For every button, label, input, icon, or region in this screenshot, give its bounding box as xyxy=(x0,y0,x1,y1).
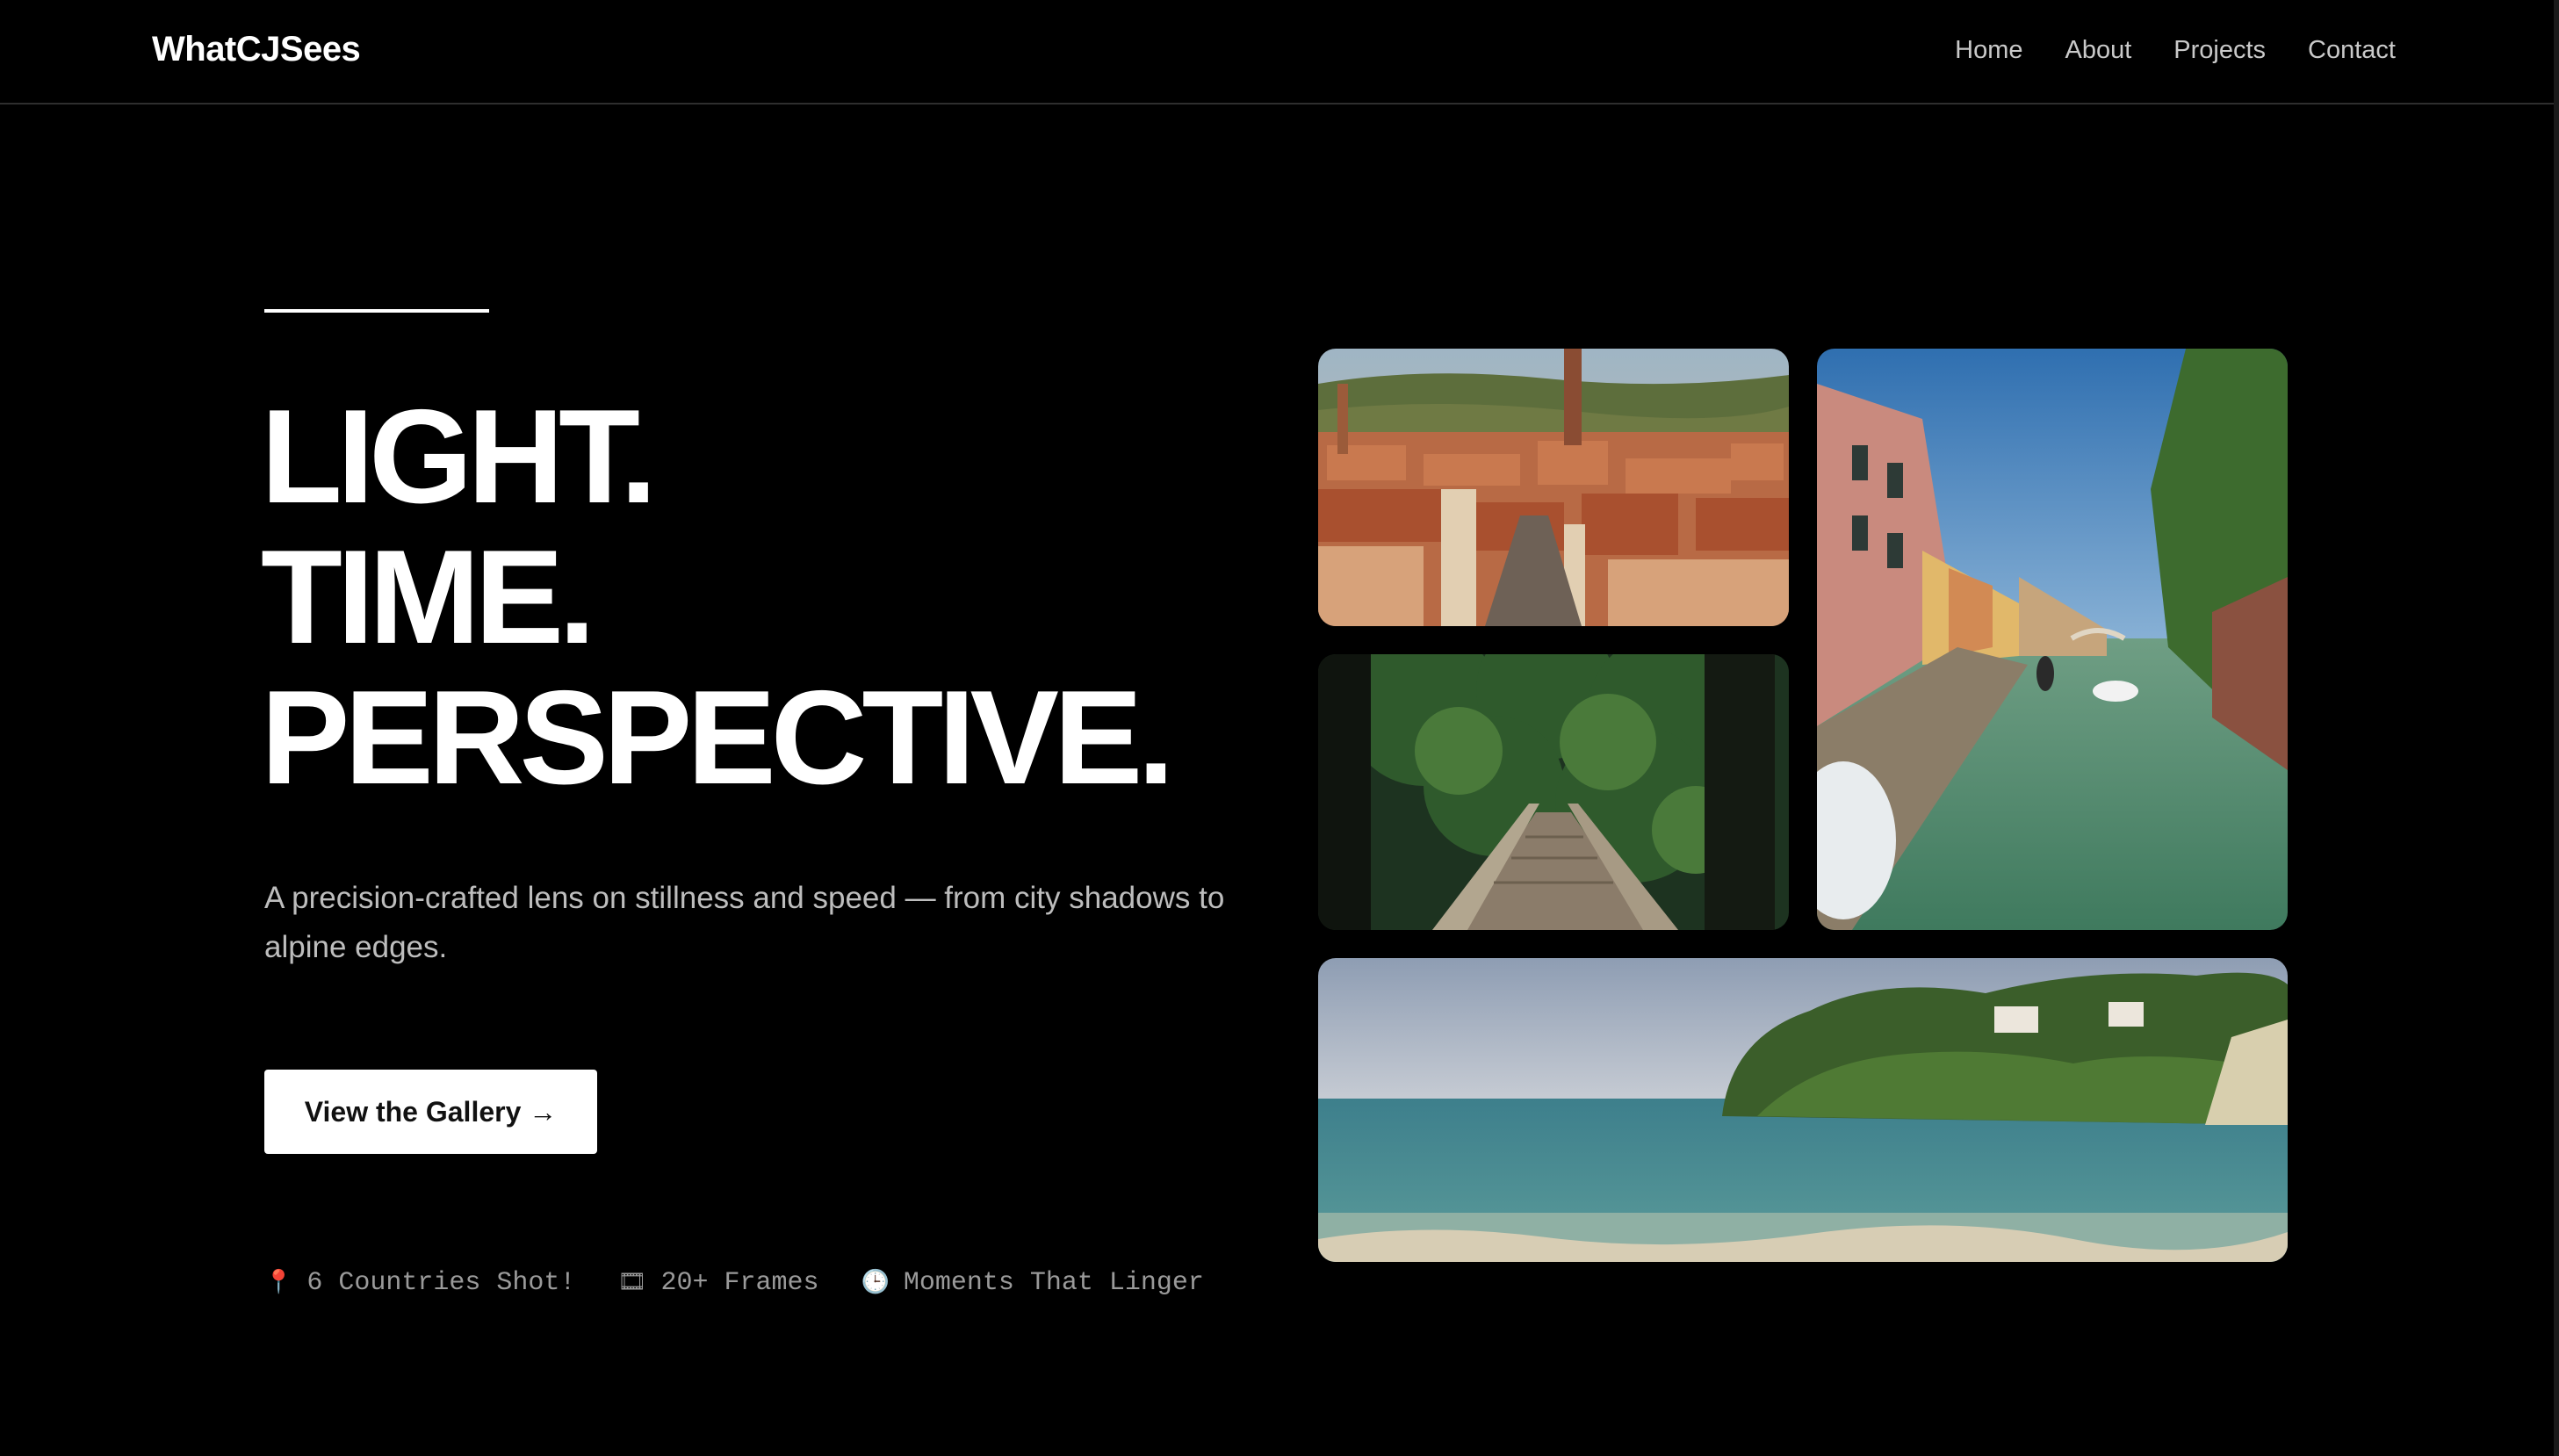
hero-headline: LIGHT. TIME. PERSPECTIVE. xyxy=(261,382,1175,812)
accent-divider xyxy=(264,309,489,313)
stat-countries: 📍 6 Countries Shot! xyxy=(264,1268,575,1298)
nav-link-about[interactable]: About xyxy=(2065,36,2131,65)
nav-link-home[interactable]: Home xyxy=(1955,36,2022,65)
scrollbar-track[interactable] xyxy=(2554,0,2559,1456)
photo-tropical-beach-cliff[interactable] xyxy=(1318,958,2288,1262)
nav-link-contact[interactable]: Contact xyxy=(2308,36,2396,65)
photo-old-town-rooftops[interactable] xyxy=(1318,349,1789,626)
main-nav: Home About Projects Contact xyxy=(1955,36,2396,65)
headline-line-time: TIME. xyxy=(261,523,595,672)
site-logo[interactable]: WhatCJSees xyxy=(152,30,361,69)
photo-venice-canal[interactable] xyxy=(1817,349,2288,930)
stat-moments-label: Moments That Linger xyxy=(903,1268,1204,1298)
page: WhatCJSees Home About Projects Contact L… xyxy=(0,0,2559,1456)
photo-forest-footbridge[interactable] xyxy=(1318,654,1789,930)
stats-row: 📍 6 Countries Shot! 🎞 20+ Frames 🕒 Momen… xyxy=(264,1268,1204,1298)
stat-moments: 🕒 Moments That Linger xyxy=(861,1268,1203,1298)
clock-icon: 🕒 xyxy=(861,1270,890,1296)
view-gallery-button[interactable]: View the Gallery → xyxy=(264,1070,597,1154)
map-pin-icon: 📍 xyxy=(264,1270,293,1296)
top-navigation-bar: WhatCJSees Home About Projects Contact xyxy=(0,0,2554,105)
film-frames-icon: 🎞 xyxy=(617,1270,647,1296)
hero-tagline: A precision-crafted lens on stillness an… xyxy=(264,881,1225,964)
nav-link-projects[interactable]: Projects xyxy=(2173,36,2266,65)
stat-countries-label: 6 Countries Shot! xyxy=(306,1268,576,1298)
stat-frames-label: 20+ Frames xyxy=(660,1268,819,1298)
headline-line-light: LIGHT. xyxy=(261,382,657,531)
headline-line-perspective: PERSPECTIVE. xyxy=(261,663,1175,812)
stat-frames: 🎞 20+ Frames xyxy=(617,1268,818,1298)
